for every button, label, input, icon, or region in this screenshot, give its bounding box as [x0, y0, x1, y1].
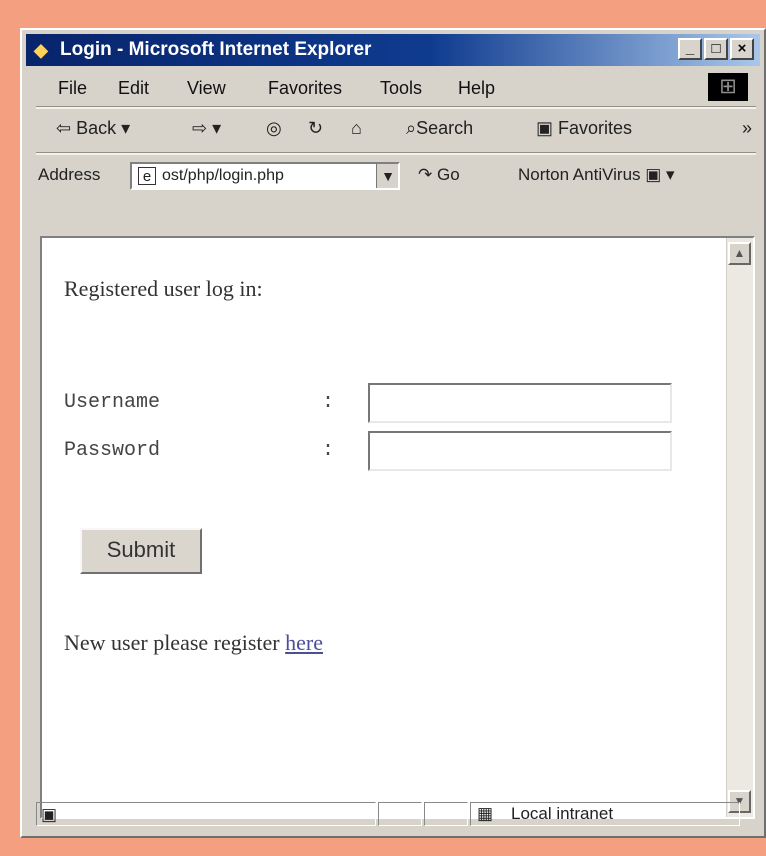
address-url: ost/php/login.php — [162, 167, 284, 184]
internet-explorer-icon: ◆ — [34, 40, 48, 60]
search-button[interactable]: ⌕Search — [406, 118, 473, 139]
menu-help[interactable]: Help — [458, 78, 495, 99]
vertical-scrollbar[interactable]: ▲ ▼ — [726, 238, 753, 817]
search-label: Search — [416, 118, 474, 138]
maximize-button[interactable]: □ — [704, 38, 728, 60]
go-button[interactable]: ↷ Go — [418, 165, 460, 185]
menu-favorites[interactable]: Favorites — [268, 78, 342, 99]
norton-icon: ▣ — [645, 165, 662, 184]
more-tools-button[interactable]: » — [742, 118, 752, 139]
minimize-button[interactable]: _ — [678, 38, 702, 60]
menu-tools[interactable]: Tools — [380, 78, 422, 99]
page-content: Registered user log in: Username : Passw… — [40, 236, 755, 819]
stop-icon[interactable]: ◎ — [266, 118, 282, 139]
back-label: Back — [76, 118, 117, 138]
username-colon: : — [322, 391, 335, 414]
window-title: Login - Microsoft Internet Explorer — [60, 39, 372, 60]
favorites-label: Favorites — [558, 118, 633, 138]
username-field[interactable] — [368, 383, 672, 423]
zone-cell: ▦ Local intranet — [470, 802, 740, 826]
favorites-button[interactable]: ▣ Favorites — [536, 118, 632, 139]
status-main: ▣ — [36, 802, 376, 826]
status-bar: ▣ ▦ Local intranet — [36, 798, 756, 830]
scroll-up-button[interactable]: ▲ — [728, 242, 751, 265]
norton-label: Norton AntiVirus — [518, 165, 641, 184]
address-label: Address — [38, 165, 101, 184]
submit-button[interactable]: Submit — [80, 528, 202, 574]
register-link[interactable]: here — [285, 630, 323, 655]
go-label: Go — [436, 165, 460, 184]
close-button[interactable]: × — [730, 38, 754, 60]
page-status-icon: ▣ — [41, 805, 58, 824]
password-colon: : — [322, 439, 335, 462]
address-dropdown-button[interactable]: ▼ — [376, 164, 398, 188]
home-icon[interactable]: ⌂ — [351, 118, 362, 139]
page-icon: e — [138, 167, 156, 185]
password-label: Password — [64, 439, 161, 462]
back-button[interactable]: ⇦ Back ▾ — [56, 118, 130, 139]
address-input[interactable]: e ost/php/login.php ▼ — [130, 162, 400, 190]
favorites-icon: ▣ — [536, 118, 554, 138]
forward-button[interactable]: ⇨ ▾ — [192, 118, 221, 139]
standard-toolbar: ⇦ Back ▾ ⇨ ▾ ◎ ↻ ⌂ ⌕Search ▣ Favorites » — [36, 108, 756, 152]
menu-bar: File Edit View Favorites Tools Help ⊞ — [36, 72, 756, 106]
username-label: Username — [64, 391, 161, 414]
menu-edit[interactable]: Edit — [118, 78, 149, 99]
go-arrow-icon: ↷ — [418, 165, 433, 184]
register-prompt: New user please register here — [64, 630, 323, 656]
local-intranet-icon: ▦ — [477, 804, 494, 823]
register-text: New user please register — [64, 630, 280, 655]
title-bar: ◆ Login - Microsoft Internet Explorer _ … — [26, 34, 760, 66]
address-bar: Address e ost/php/login.php ▼ ↷ Go Norto… — [36, 154, 756, 202]
password-field[interactable] — [368, 431, 672, 471]
menu-file[interactable]: File — [58, 78, 87, 99]
zone-label: Local intranet — [511, 804, 614, 823]
menu-view[interactable]: View — [187, 78, 226, 99]
status-cell-2 — [424, 802, 468, 826]
search-icon: ⌕ — [406, 118, 417, 138]
page-heading: Registered user log in: — [64, 276, 263, 301]
status-cell-1 — [378, 802, 422, 826]
norton-antivirus-button[interactable]: Norton AntiVirus ▣ ▾ — [518, 165, 675, 185]
refresh-icon[interactable]: ↻ — [308, 118, 323, 139]
browser-window: ◆ Login - Microsoft Internet Explorer _ … — [20, 28, 766, 838]
windows-logo-icon: ⊞ — [708, 73, 748, 101]
